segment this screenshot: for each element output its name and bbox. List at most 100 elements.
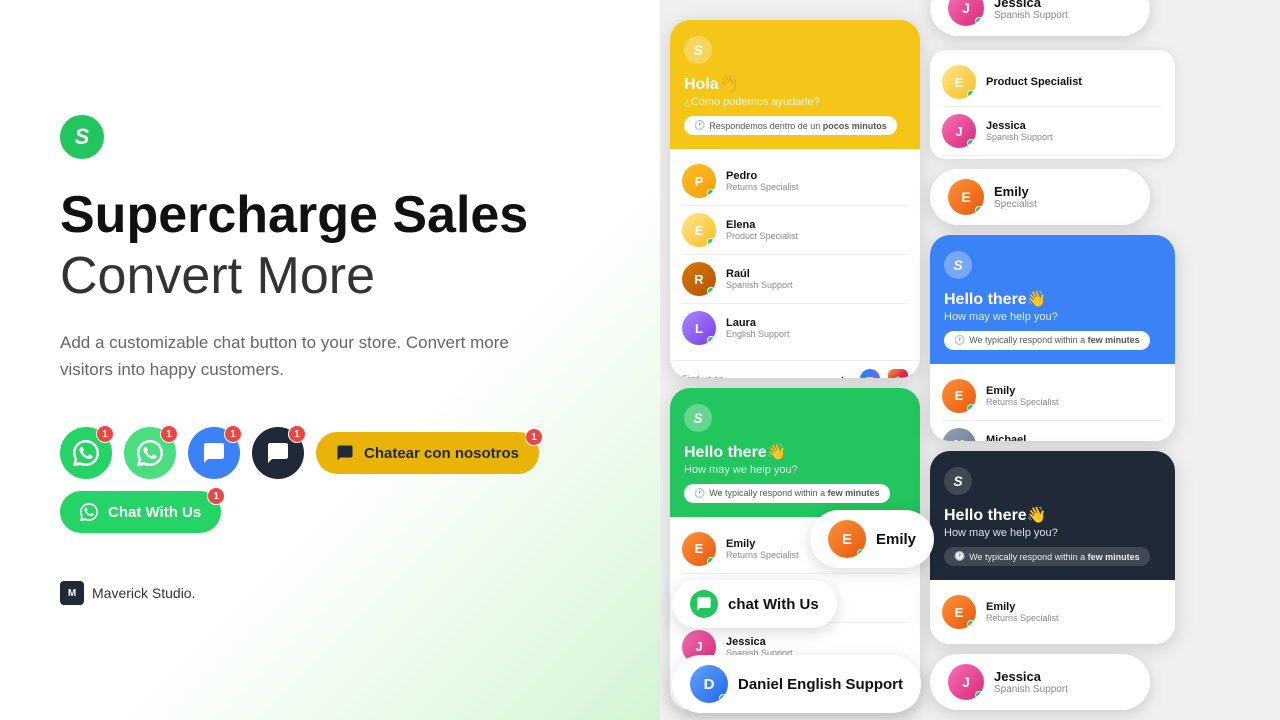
headline-light: Convert More (60, 248, 600, 305)
blue-respond-badge: 🕐 We typically respond within a few minu… (944, 331, 1150, 350)
emily-specialist-role: Specialist (994, 199, 1037, 210)
yellow-card-footer: Find us on ♪ m ◎ (670, 360, 920, 378)
laura-avatar: L (682, 311, 716, 345)
chat-button-dark[interactable]: 1 (252, 427, 304, 479)
raul-role: Spanish Support (726, 280, 793, 290)
emily-role-dark: Returns Specialist (986, 613, 1059, 623)
jessica-bottom-name: Jessica (994, 669, 1068, 684)
chat-with-us-button[interactable]: Chat With Us 1 (60, 491, 221, 533)
yellow-chat-card: S Hola👋 ¿Cómo podemos ayudarle? 🕐 Respon… (670, 20, 920, 378)
badge-1: 1 (96, 425, 114, 443)
badge-2: 1 (160, 425, 178, 443)
chat-with-us-label: Chat With Us (108, 504, 201, 521)
jessica-bottom-pill[interactable]: J Jessica Spanish Support (930, 654, 1150, 710)
jessica-top-name: Jessica (994, 0, 1068, 10)
agent-jessica-partial: J Jessica Spanish Support (942, 107, 1163, 156)
chat-button-blue[interactable]: 1 (188, 427, 240, 479)
yellow-respond-text: Respondemos dentro de un pocos minutos (709, 121, 887, 131)
blue-chat-card: S Hello there👋 How may we help you? 🕐 We… (930, 235, 1175, 441)
yellow-respond-badge: 🕐 Respondemos dentro de un pocos minutos (684, 116, 897, 135)
wa-button-1[interactable]: 1 (60, 427, 112, 479)
product-spec-name: Product Specialist (986, 76, 1082, 88)
agent-elena: E Elena Product Specialist (682, 206, 908, 255)
dark-card-greeting: Hello there👋 (944, 505, 1161, 525)
wa-pill-badge: 1 (207, 487, 225, 505)
elena-avatar: E (682, 213, 716, 247)
cards-col-right: J Jessica Spanish Support E Product Spec… (930, 0, 1175, 710)
agent-daniel-partial: D Daniel English Support (942, 156, 1163, 159)
agent-emily-dark: E Emily Returns Specialist (942, 588, 1163, 636)
right-panel: S Hola👋 ¿Cómo podemos ayudarle? 🕐 Respon… (660, 0, 1280, 720)
chatear-pill-button[interactable]: Chatear con nosotros 1 (316, 432, 539, 474)
yellow-card-greeting: Hola👋 (684, 74, 906, 94)
laura-name: Laura (726, 317, 790, 329)
tiktok-icon[interactable]: ♪ (832, 369, 852, 378)
dark-card-body: E Emily Returns Specialist (930, 580, 1175, 644)
emily-specialist-pill[interactable]: E Emily Specialist (930, 169, 1150, 225)
emily-role-green: Returns Specialist (726, 550, 799, 560)
raul-name: Raúl (726, 268, 793, 280)
jessica-name-partial: Jessica (986, 120, 1053, 132)
blue-card-body: E Emily Returns Specialist M Michael (930, 364, 1175, 441)
blue-card-logo: S (944, 251, 972, 279)
brand-logo: S (60, 115, 104, 159)
blue-card-greeting: Hello there👋 (944, 289, 1161, 309)
dark-respond-badge: 🕐 We typically respond within a few minu… (944, 547, 1150, 566)
daniel-pill-overlay[interactable]: D Daniel English Support (672, 655, 921, 713)
instagram-icon[interactable]: ◎ (888, 369, 908, 378)
michael-avatar-blue: M (942, 428, 976, 441)
partial-white-card: E Product Specialist J Jessica Spanish S… (930, 50, 1175, 159)
chat-pill-overlay[interactable]: chat With Us (672, 580, 837, 628)
jessica-top-pill[interactable]: J Jessica Spanish Support (930, 0, 1150, 36)
logo-letter: S (75, 126, 90, 148)
agent-michael-blue: M Michael Product Specialist (942, 421, 1163, 441)
raul-avatar: R (682, 262, 716, 296)
social-icons-yellow: ♪ m ◎ (832, 369, 908, 378)
agent-emily-blue: E Emily Returns Specialist (942, 372, 1163, 421)
emily-avatar-green: E (682, 532, 716, 566)
elena-name: Elena (726, 219, 798, 231)
green-card-logo: S (684, 404, 712, 432)
cards-col-left: S Hola👋 ¿Cómo podemos ayudarle? 🕐 Respon… (670, 10, 920, 710)
elena-role: Product Specialist (726, 231, 798, 241)
wa-button-2[interactable]: 1 (124, 427, 176, 479)
emily-role-blue: Returns Specialist (986, 397, 1059, 407)
badge-3: 1 (224, 425, 242, 443)
yellow-pill-badge: 1 (525, 428, 543, 446)
agent-raul: R Raúl Spanish Support (682, 255, 908, 304)
dark-card-logo: S (944, 467, 972, 495)
messenger-icon[interactable]: m (860, 369, 880, 378)
emily-specialist-name: Emily (994, 184, 1037, 199)
yellow-card-logo: S (684, 36, 712, 64)
headline-bold: Supercharge Sales (60, 187, 600, 244)
chat-pill-label: chat With Us (728, 596, 819, 613)
jessica-bottom-role: Spanish Support (994, 684, 1068, 695)
dark-card-subgreeting: How may we help you? (944, 527, 1161, 539)
agent-laura: L Laura English Support (682, 304, 908, 352)
pedro-name: Pedro (726, 170, 799, 182)
product-spec-avatar: E (942, 65, 976, 99)
green-card-subgreeting: How may we help you? (684, 464, 906, 476)
partial-body: E Product Specialist J Jessica Spanish S… (930, 50, 1175, 159)
green-card-greeting: Hello there👋 (684, 442, 906, 462)
emily-pill[interactable]: E Emily (810, 510, 934, 568)
blue-card-subgreeting: How may we help you? (944, 311, 1161, 323)
yellow-card-subgreeting: ¿Cómo podemos ayudarle? (684, 96, 906, 108)
maverick-icon: M (60, 581, 84, 605)
button-row: 1 1 1 1 Chatear con nosotros 1 Chat With… (60, 427, 600, 533)
maverick-logo: M Maverick Studio. (60, 581, 600, 605)
agent-product-spec-partial: E Product Specialist (942, 58, 1163, 107)
emily-pill-label: Emily (876, 531, 916, 548)
jessica-top-role: Spanish Support (994, 10, 1068, 21)
jessica-name-green: Jessica (726, 636, 793, 648)
emily-specialist-avatar: E (948, 179, 984, 215)
left-panel: S Supercharge Sales Convert More Add a c… (0, 0, 660, 720)
yellow-card-body: P Pedro Returns Specialist E Elena (670, 149, 920, 360)
find-us-text: Find us on (682, 374, 724, 378)
laura-role: English Support (726, 329, 790, 339)
chat-pill-icon (690, 590, 718, 618)
badge-4: 1 (288, 425, 306, 443)
green-respond-badge: 🕐 We typically respond within a few minu… (684, 484, 890, 503)
emily-name-dark: Emily (986, 601, 1059, 613)
maverick-text: Maverick Studio. (92, 585, 195, 601)
